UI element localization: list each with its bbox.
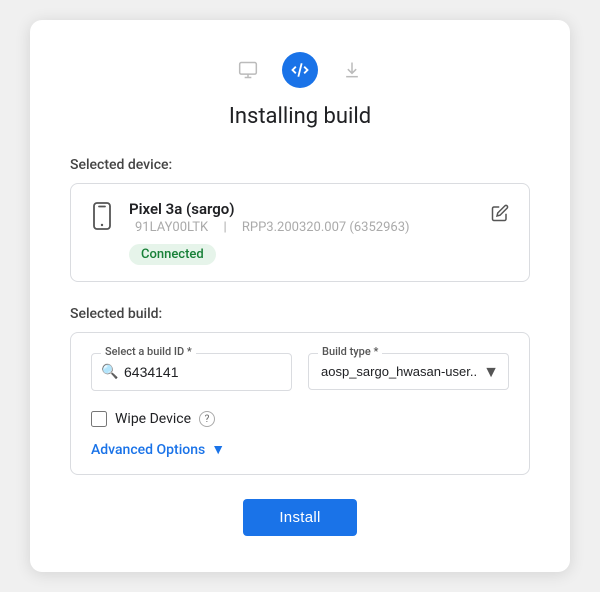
advanced-options-label: Advanced Options [91,442,205,458]
install-btn-container: Install [70,499,530,536]
chevron-down-icon: ▼ [211,441,225,458]
page-title: Installing build [70,104,530,129]
installing-build-dialog: Installing build Selected device: Pixel … [30,20,570,572]
device-info: Pixel 3a (sargo) 91LAY00LTK | RPP3.20032… [129,200,475,265]
device-card: Pixel 3a (sargo) 91LAY00LTK | RPP3.20032… [70,183,530,282]
connected-badge: Connected [129,244,216,265]
device-serial: 91LAY00LTK | RPP3.200320.007 (6352963) [129,220,475,235]
build-fields: Select a build ID * 🔍 Build type * aosp_… [91,353,509,391]
stepper [70,52,530,88]
phone-icon [91,202,113,234]
build-id-label: Select a build ID * [101,345,196,358]
device-section-label: Selected device: [70,157,530,173]
device-name: Pixel 3a (sargo) [129,200,475,218]
build-card: Select a build ID * 🔍 Build type * aosp_… [70,332,530,475]
transfer-icon [282,52,318,88]
monitor-icon [230,52,266,88]
download-icon [334,52,370,88]
advanced-options-toggle[interactable]: Advanced Options ▼ [91,441,509,458]
wipe-device-row: Wipe Device ? [91,411,509,427]
edit-button[interactable] [491,204,509,226]
wipe-device-checkbox[interactable] [91,411,107,427]
build-id-input[interactable] [91,353,292,391]
wipe-device-label: Wipe Device [115,411,191,427]
install-button[interactable]: Install [243,499,356,536]
build-type-label: Build type * [318,345,382,358]
search-icon: 🔍 [101,364,118,380]
build-type-field: Build type * aosp_sargo_hwasan-user... ▼ [308,353,509,391]
build-id-field: Select a build ID * 🔍 [91,353,292,391]
build-section-label: Selected build: [70,306,530,322]
build-type-select[interactable]: aosp_sargo_hwasan-user... [308,353,509,390]
help-icon[interactable]: ? [199,411,215,427]
